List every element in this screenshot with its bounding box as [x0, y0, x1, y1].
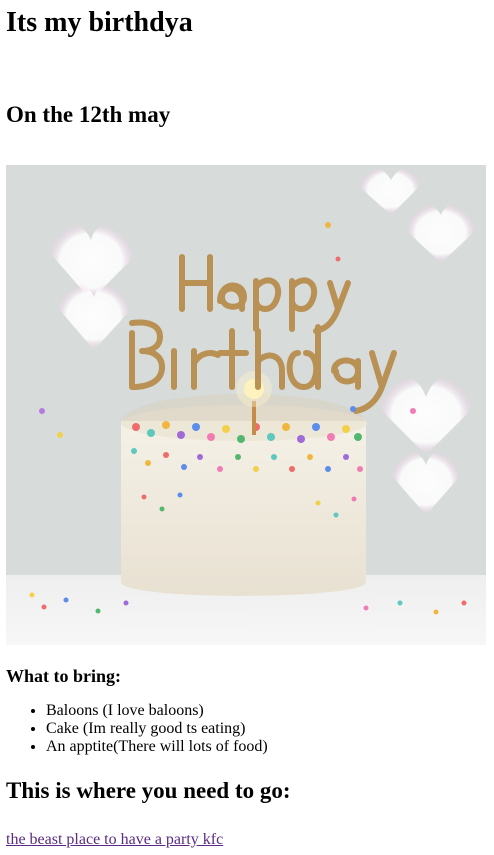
birthday-cake-illustration	[6, 165, 486, 645]
bring-item-appetite: An apptite(There will lots of food)	[46, 738, 488, 756]
date-heading: On the 12th may	[6, 102, 171, 127]
bring-item-cake: Cake (Im really good ts eating)	[46, 720, 488, 738]
what-to-bring-heading: What to bring:	[6, 666, 122, 686]
bring-list: Baloons (I love baloons) Cake (Im really…	[6, 702, 488, 756]
page: Its my birthdya On the 12th may What to …	[0, 0, 494, 849]
party-location-link[interactable]: the beast place to have a party kfc	[6, 831, 223, 849]
birthday-cake-image	[6, 165, 486, 645]
page-title: Its my birthdya	[6, 7, 193, 38]
location-heading: This is where you need to go:	[6, 778, 291, 803]
bring-item-balloons: Baloons (I love baloons)	[46, 702, 488, 720]
